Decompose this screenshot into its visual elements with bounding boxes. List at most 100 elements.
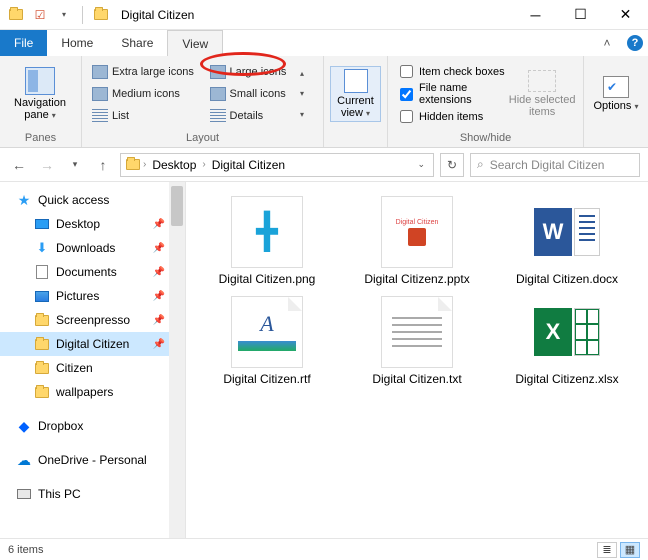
pin-icon: 📌 xyxy=(153,219,165,230)
file-item[interactable]: X Digital Citizenz.xlsx xyxy=(494,296,640,386)
sidebar-pictures[interactable]: Pictures📌 xyxy=(0,284,185,308)
sidebar-downloads[interactable]: ⬇Downloads📌 xyxy=(0,236,185,260)
sidebar-this-pc[interactable]: This PC xyxy=(0,482,185,506)
collapse-ribbon-icon[interactable]: ˄ xyxy=(592,30,622,56)
file-item[interactable]: Digital Citizen.txt xyxy=(344,296,490,386)
layout-details[interactable]: Details xyxy=(206,106,292,126)
group-showhide-label: Show/hide xyxy=(388,132,583,147)
file-name: Digital Citizen.png xyxy=(219,272,316,286)
status-bar: 6 items ≣ ▦ xyxy=(0,538,648,560)
folder-title-icon xyxy=(91,5,111,25)
maximize-button[interactable]: ☐ xyxy=(558,0,603,30)
tab-file[interactable]: File xyxy=(0,30,47,56)
address-bar[interactable]: › Desktop › Digital Citizen ⌄ xyxy=(120,153,434,177)
search-placeholder: Search Digital Citizen xyxy=(490,158,605,172)
folder-icon xyxy=(34,312,50,328)
item-count: 6 items xyxy=(8,544,43,556)
folder-icon xyxy=(34,384,50,400)
search-icon: ⌕ xyxy=(477,157,484,172)
check-hidden-items[interactable]: Hidden items xyxy=(400,110,507,123)
breadcrumb-desktop[interactable]: Desktop xyxy=(148,158,200,172)
layout-scroll[interactable]: ▴▾▾ xyxy=(294,63,310,125)
folder-icon xyxy=(34,360,50,376)
layout-small-icons[interactable]: Small icons xyxy=(206,84,292,104)
navigation-pane: ★Quick access Desktop📌 ⬇Downloads📌 Docum… xyxy=(0,182,186,538)
file-list[interactable]: ╋ Digital Citizen.png Digital Citizen Di… xyxy=(186,182,648,538)
forward-button[interactable]: → xyxy=(36,154,58,176)
group-panes-label: Panes xyxy=(0,132,81,147)
options-button[interactable]: ✔ Options ▾ xyxy=(590,76,642,112)
window-title: Digital Citizen xyxy=(117,8,513,22)
refresh-button[interactable]: ↻ xyxy=(440,153,464,177)
details-view-button[interactable]: ≣ xyxy=(597,542,617,558)
file-item[interactable]: ╋ Digital Citizen.png xyxy=(194,196,340,286)
document-icon xyxy=(34,264,50,280)
star-icon: ★ xyxy=(16,192,32,208)
sidebar-onedrive[interactable]: ☁OneDrive - Personal xyxy=(0,448,185,472)
checkbox-icon[interactable]: ☑ xyxy=(30,5,50,25)
group-layout-label: Layout xyxy=(82,132,323,147)
close-button[interactable]: ✕ xyxy=(603,0,648,30)
pin-icon: 📌 xyxy=(153,339,165,350)
sidebar-documents[interactable]: Documents📌 xyxy=(0,260,185,284)
layout-extra-large-icons[interactable]: Extra large icons xyxy=(88,62,200,82)
file-item[interactable]: A Digital Citizen.rtf xyxy=(194,296,340,386)
large-icons-view-button[interactable]: ▦ xyxy=(620,542,640,558)
folder-icon xyxy=(125,157,141,173)
breadcrumb-digital-citizen[interactable]: Digital Citizen xyxy=(208,158,289,172)
check-item-check-boxes[interactable]: Item check boxes xyxy=(400,65,507,78)
dropbox-icon: ◆ xyxy=(16,418,32,434)
pin-icon: 📌 xyxy=(153,267,165,278)
up-button[interactable]: ↑ xyxy=(92,154,114,176)
sidebar-desktop[interactable]: Desktop📌 xyxy=(0,212,185,236)
help-button[interactable]: ? xyxy=(622,30,648,56)
file-name: Digital Citizen.rtf xyxy=(223,372,310,386)
sidebar-digital-citizen[interactable]: Digital Citizen📌 xyxy=(0,332,185,356)
file-item[interactable]: W Digital Citizen.docx xyxy=(494,196,640,286)
file-item[interactable]: Digital Citizen Digital Citizenz.pptx xyxy=(344,196,490,286)
back-button[interactable]: ← xyxy=(8,154,30,176)
pptx-thumbnail: Digital Citizen xyxy=(381,196,453,268)
navigation-pane-button[interactable]: Navigation pane ▾ xyxy=(6,67,74,121)
address-bar-row: ← → ▾ ↑ › Desktop › Digital Citizen ⌄ ↻ … xyxy=(0,148,648,182)
pin-icon: 📌 xyxy=(153,291,165,302)
sidebar-wallpapers[interactable]: wallpapers xyxy=(0,380,185,404)
cloud-icon: ☁ xyxy=(16,452,32,468)
sidebar-citizen[interactable]: Citizen xyxy=(0,356,185,380)
pictures-icon xyxy=(34,288,50,304)
sidebar-dropbox[interactable]: ◆Dropbox xyxy=(0,414,185,438)
ribbon: Navigation pane ▾ Panes Extra large icon… xyxy=(0,56,648,148)
titlebar: ☑ ▾ Digital Citizen ─ ☐ ✕ xyxy=(0,0,648,30)
file-name: Digital Citizen.txt xyxy=(372,372,461,386)
pin-icon: 📌 xyxy=(153,315,165,326)
pin-icon: 📌 xyxy=(153,243,165,254)
layout-list[interactable]: List xyxy=(88,106,200,126)
file-name: Digital Citizenz.xlsx xyxy=(515,372,618,386)
minimize-button[interactable]: ─ xyxy=(513,0,558,30)
search-input[interactable]: ⌕ Search Digital Citizen xyxy=(470,153,640,177)
layout-medium-icons[interactable]: Medium icons xyxy=(88,84,200,104)
ribbon-tabs: File Home Share View ˄ ? xyxy=(0,30,648,56)
recent-locations-icon[interactable]: ▾ xyxy=(64,154,86,176)
xlsx-thumbnail: X xyxy=(531,296,603,368)
sidebar-quick-access[interactable]: ★Quick access xyxy=(0,188,185,212)
sidebar-screenpresso[interactable]: Screenpresso📌 xyxy=(0,308,185,332)
file-name: Digital Citizenz.pptx xyxy=(364,272,469,286)
folder-icon xyxy=(6,5,26,25)
sidebar-scrollbar[interactable] xyxy=(169,182,185,538)
qat-dropdown-icon[interactable]: ▾ xyxy=(54,5,74,25)
tab-share[interactable]: Share xyxy=(107,30,167,56)
folder-icon xyxy=(34,336,50,352)
current-view-button[interactable]: Current view ▾ xyxy=(330,66,381,122)
check-file-name-extensions[interactable]: File name extensions xyxy=(400,82,507,106)
rtf-thumbnail: A xyxy=(231,296,303,368)
hide-selected-items-button: Hide selected items xyxy=(507,70,577,118)
file-name: Digital Citizen.docx xyxy=(516,272,618,286)
layout-large-icons[interactable]: Large icons xyxy=(206,62,292,82)
address-dropdown-icon[interactable]: ⌄ xyxy=(413,159,429,170)
desktop-icon xyxy=(34,216,50,232)
pc-icon xyxy=(16,486,32,502)
tab-home[interactable]: Home xyxy=(47,30,107,56)
docx-thumbnail: W xyxy=(531,196,603,268)
tab-view[interactable]: View xyxy=(167,30,223,56)
